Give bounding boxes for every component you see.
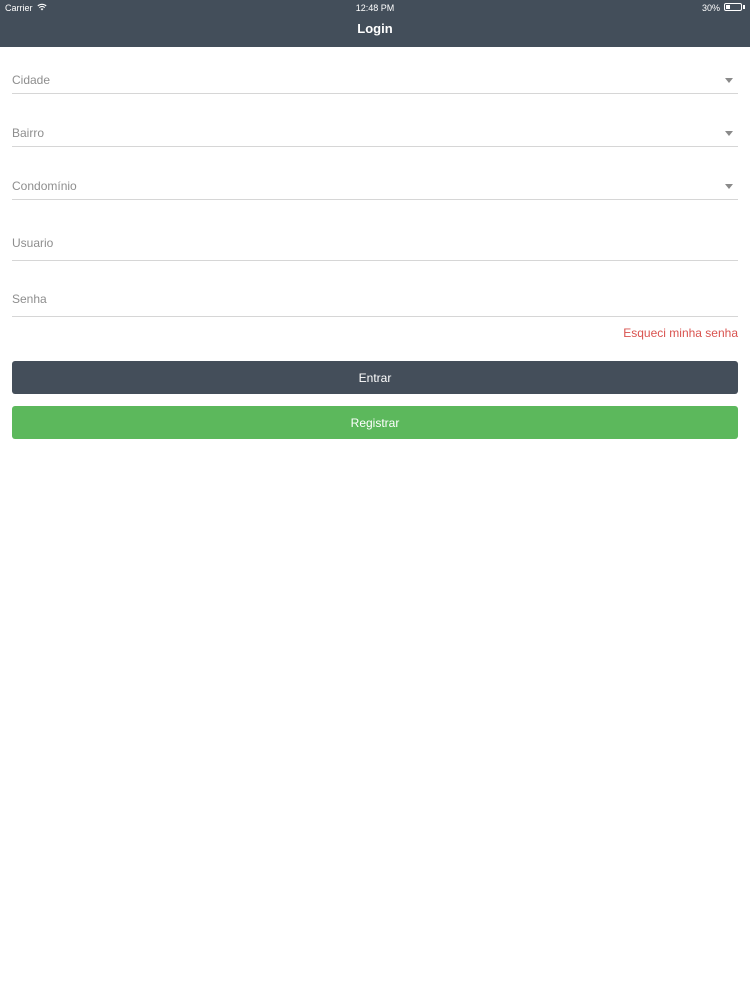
- chevron-down-icon: [725, 184, 733, 189]
- usuario-placeholder: Usuario: [12, 236, 54, 250]
- battery-icon: [724, 3, 742, 11]
- entrar-button[interactable]: Entrar: [12, 361, 738, 394]
- condominio-select[interactable]: Condomínio: [12, 166, 738, 200]
- page-title: Login: [357, 21, 393, 36]
- bairro-select[interactable]: Bairro: [12, 113, 738, 147]
- usuario-input[interactable]: Usuario: [12, 220, 738, 261]
- registrar-button[interactable]: Registrar: [12, 406, 738, 439]
- header-bar: Carrier 12:48 PM 30% Login: [0, 0, 750, 47]
- cidade-placeholder: Cidade: [12, 73, 51, 87]
- senha-placeholder: Senha: [12, 292, 47, 306]
- chevron-down-icon: [725, 131, 733, 136]
- battery-fill: [726, 5, 730, 9]
- battery-tip: [743, 5, 745, 9]
- login-screen: Carrier 12:48 PM 30% Login Cidade Bairro…: [0, 0, 750, 1000]
- senha-input[interactable]: Senha: [12, 276, 738, 317]
- battery-percentage: 30%: [701, 3, 720, 13]
- cidade-select[interactable]: Cidade: [12, 60, 738, 94]
- condominio-placeholder: Condomínio: [12, 179, 77, 193]
- forgot-password-link[interactable]: Esqueci minha senha: [623, 326, 738, 340]
- status-time: 12:48 PM: [355, 3, 395, 13]
- status-bar: Carrier 12:48 PM 30%: [0, 0, 750, 16]
- chevron-down-icon: [725, 78, 733, 83]
- bairro-placeholder: Bairro: [12, 126, 45, 140]
